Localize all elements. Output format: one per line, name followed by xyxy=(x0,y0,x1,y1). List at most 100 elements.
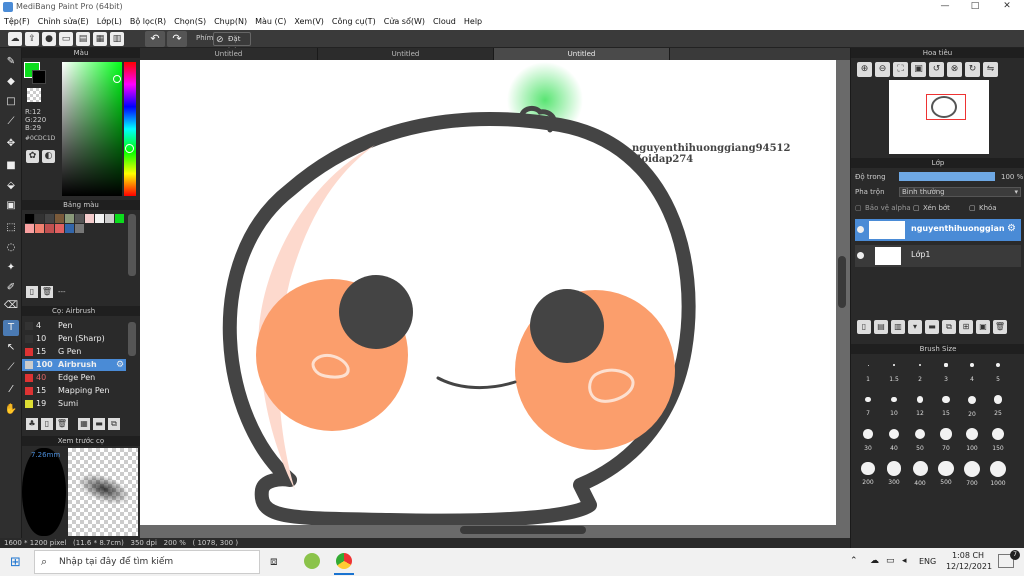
undo-icon[interactable]: ↶ xyxy=(145,31,165,47)
redo-icon[interactable]: ↷ xyxy=(167,31,187,47)
brush-settings-icon[interactable]: ⚙ xyxy=(116,359,124,371)
new-layer-icon[interactable]: ▯ xyxy=(857,320,871,334)
menu-edit[interactable]: Chỉnh sửa(E) xyxy=(34,15,93,30)
brush-size-cell[interactable]: 1000 xyxy=(985,460,1011,492)
tab-untitled-1[interactable]: Untitled xyxy=(140,48,318,60)
brush-size-cell[interactable]: 30 xyxy=(855,425,881,457)
brush-item-g-pen[interactable]: 15 G Pen xyxy=(22,346,126,358)
clipping-checkbox[interactable]: ▢ xyxy=(913,204,920,212)
grid-icon[interactable]: ▦ xyxy=(93,32,107,46)
panel-icon[interactable]: ▥ xyxy=(110,32,124,46)
brush-size-cell[interactable]: 150 xyxy=(985,425,1011,457)
share-icon[interactable]: ⇪ xyxy=(25,32,39,46)
palette-swatch[interactable] xyxy=(105,214,114,223)
tab-untitled-2[interactable]: Untitled xyxy=(318,48,494,60)
menu-color[interactable]: Màu (C) xyxy=(251,15,290,30)
opacity-slider[interactable] xyxy=(899,172,995,181)
brush-size-cell[interactable]: 7 xyxy=(855,391,881,423)
visibility-icon[interactable] xyxy=(857,252,864,259)
palette-swatch[interactable] xyxy=(35,224,44,233)
eyedropper-tool-icon[interactable]: ⁄ xyxy=(3,382,19,398)
brush-size-cell[interactable]: 400 xyxy=(907,460,933,492)
hue-slider[interactable] xyxy=(124,62,136,196)
divide-tool-icon[interactable]: ⟋ xyxy=(3,360,19,376)
palette-swatch[interactable] xyxy=(25,214,34,223)
chat-icon[interactable]: ● xyxy=(42,32,56,46)
eraser-tool-icon[interactable]: ◆ xyxy=(3,74,19,90)
menu-help[interactable]: Help xyxy=(460,15,486,30)
background-color-swatch[interactable] xyxy=(32,70,46,84)
brush-size-cell[interactable]: 20 xyxy=(959,391,985,423)
blend-mode-select[interactable]: Bình thường ▾ xyxy=(899,187,1021,197)
brush-item-airbrush[interactable]: 100 Airbrush ⚙ xyxy=(22,359,126,371)
palette-swatch[interactable] xyxy=(45,214,54,223)
palette-swatch[interactable] xyxy=(45,224,54,233)
brush-size-cell[interactable]: 10 xyxy=(881,391,907,423)
gradient-tool-icon[interactable]: ▣ xyxy=(3,198,19,214)
menu-cloud[interactable]: Cloud xyxy=(429,15,460,30)
menu-window[interactable]: Cửa sổ(W) xyxy=(380,15,429,30)
brush-size-cell[interactable]: 5 xyxy=(985,356,1011,388)
layer-settings-icon[interactable]: ⚙ xyxy=(1007,223,1016,234)
rotate-reset-icon[interactable]: ⊗ xyxy=(947,62,962,77)
minimize-button[interactable]: — xyxy=(930,1,960,14)
canvas-horizontal-scrollbar[interactable] xyxy=(460,526,586,534)
brush-copy-icon[interactable]: ⧉ xyxy=(108,418,120,430)
fit-icon[interactable]: ⛶ xyxy=(893,62,908,77)
brush-size-cell[interactable]: 70 xyxy=(933,425,959,457)
brush-size-cell[interactable]: 500 xyxy=(933,460,959,492)
palette-swatch[interactable] xyxy=(65,214,74,223)
lasso-tool-icon[interactable]: ◌ xyxy=(3,240,19,256)
actual-size-icon[interactable]: ▣ xyxy=(911,62,926,77)
palette-swatch[interactable] xyxy=(75,224,84,233)
palette-swatch[interactable] xyxy=(25,224,34,233)
brush-size-cell[interactable]: 1.5 xyxy=(881,356,907,388)
brush-size-cell[interactable]: 15 xyxy=(933,391,959,423)
color-history-icon[interactable]: ◐ xyxy=(42,150,55,163)
hand-tool-icon[interactable]: ✋ xyxy=(3,402,19,418)
palette-swatch[interactable] xyxy=(75,214,84,223)
layer-folder-icon[interactable]: ▬ xyxy=(925,320,939,334)
task-view-icon[interactable]: ⧈ xyxy=(270,554,278,569)
brush-size-cell[interactable]: 2 xyxy=(907,356,933,388)
palette-scrollbar[interactable] xyxy=(128,214,136,276)
delete-brush-icon[interactable]: 🗑 xyxy=(56,418,68,430)
layer-row-text[interactable]: nguyenthihuonggiang94512 ⚙ xyxy=(855,219,1021,241)
brush-size-cell[interactable]: 4 xyxy=(959,356,985,388)
menu-file[interactable]: Tệp(F) xyxy=(0,15,34,30)
brush-size-cell[interactable]: 50 xyxy=(907,425,933,457)
select-tool-icon[interactable]: ⬚ xyxy=(3,220,19,236)
new-layer-8bit-icon[interactable]: ▥ xyxy=(891,320,905,334)
drawing-canvas[interactable]: nguyenthihuonggiang94512 Hoidap274 xyxy=(140,60,836,525)
move-tool-icon[interactable]: ✥ xyxy=(3,136,19,152)
volume-icon[interactable]: ◂ xyxy=(902,556,907,566)
brush-tool-icon[interactable]: ✎ xyxy=(3,54,19,70)
duplicate-layer-icon[interactable]: ⧉ xyxy=(942,320,956,334)
palette-swatch[interactable] xyxy=(55,214,64,223)
color-picker-cursor[interactable] xyxy=(113,75,121,83)
cloud-tray-icon[interactable]: ☁ xyxy=(870,556,879,566)
battery-icon[interactable]: ▭ xyxy=(886,556,895,566)
book-icon[interactable]: ▤ xyxy=(76,32,90,46)
cloud-icon[interactable]: ☁ xyxy=(8,32,22,46)
taskbar-search-box[interactable]: ⌕ Nhập tại đây để tìm kiếm xyxy=(34,550,260,574)
windows-start-icon[interactable]: ⊞ xyxy=(10,555,21,570)
brush-item-pen-sharp[interactable]: 10 Pen (Sharp) xyxy=(22,333,126,345)
dot-tool-icon[interactable]: ⟋ xyxy=(3,114,19,130)
brush-size-cell[interactable]: 40 xyxy=(881,425,907,457)
text-tool-icon[interactable]: T xyxy=(3,320,19,336)
flip-icon[interactable]: ⇋ xyxy=(983,62,998,77)
menu-layer[interactable]: Lớp(L) xyxy=(93,15,126,30)
app-icon-taskbar[interactable] xyxy=(304,553,320,569)
hue-slider-handle[interactable] xyxy=(125,144,134,153)
close-button[interactable]: ✕ xyxy=(992,1,1022,14)
brush-size-cell[interactable]: 1 xyxy=(855,356,881,388)
reset-button[interactable]: ⊘ Đặt lại xyxy=(213,32,251,55)
saturation-value-picker[interactable] xyxy=(62,62,122,196)
menu-select[interactable]: Chọn(S) xyxy=(170,15,210,30)
zoom-out-icon[interactable]: ⊖ xyxy=(875,62,890,77)
navigator-preview[interactable] xyxy=(889,80,989,154)
brush-size-cell[interactable]: 12 xyxy=(907,391,933,423)
palette-swatch[interactable] xyxy=(95,214,104,223)
color-wheel-icon[interactable]: ✿ xyxy=(26,150,39,163)
